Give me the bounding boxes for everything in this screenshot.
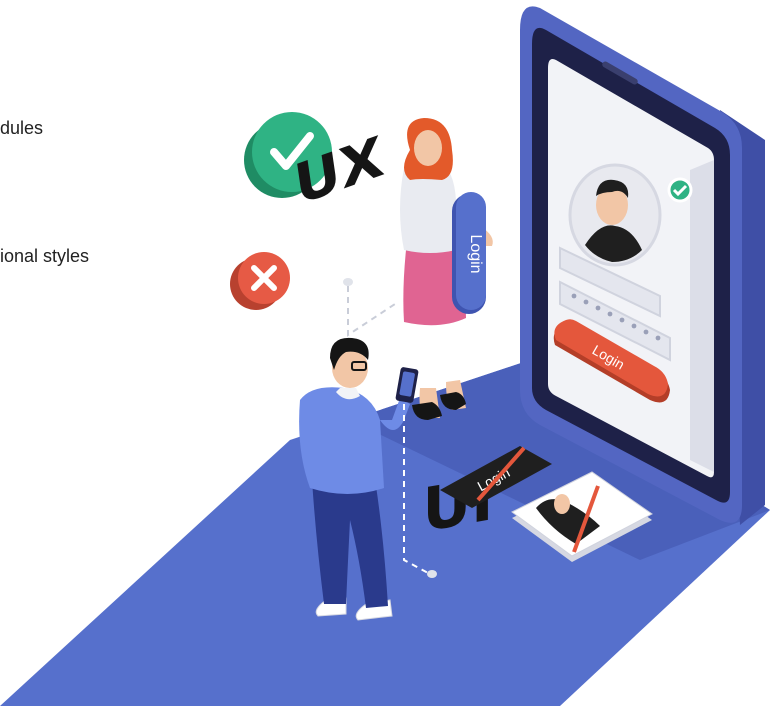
screen-shade <box>690 160 714 472</box>
cross-badge <box>230 252 290 310</box>
ui-ux-illustration: Login UX Login UI Login <box>0 6 770 706</box>
ux-connector-dot <box>343 278 353 286</box>
handheld-login-label: Login <box>467 234 484 273</box>
ui-connector-dot <box>427 570 437 578</box>
handheld-login-button[interactable]: Login <box>452 192 486 314</box>
woman-face <box>414 130 442 166</box>
handheld-phone <box>395 367 419 403</box>
ux-connector <box>347 286 396 337</box>
man-shirt <box>299 387 384 494</box>
